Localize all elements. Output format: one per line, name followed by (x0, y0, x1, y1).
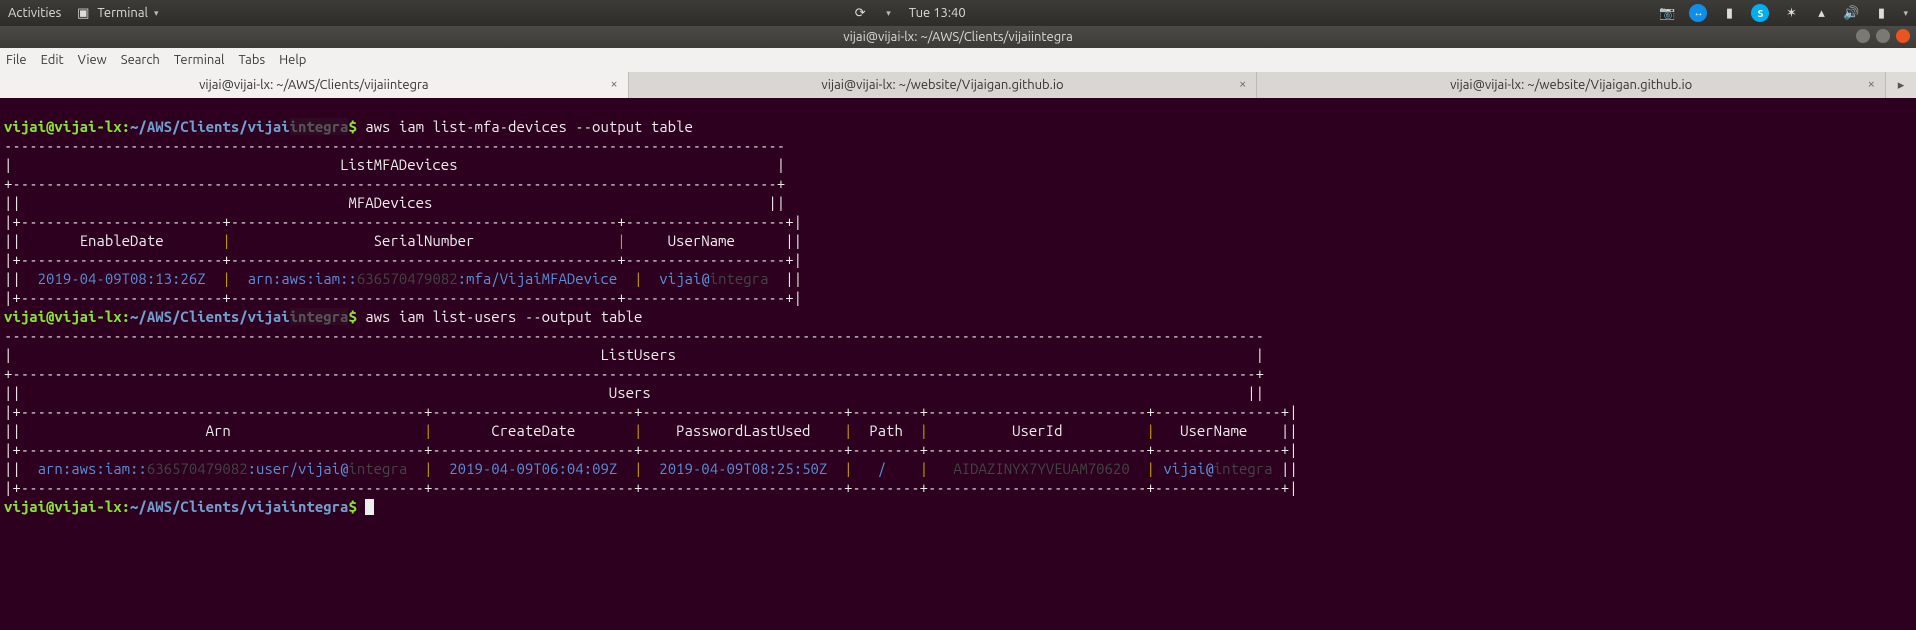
menubar: File Edit View Search Terminal Tabs Help (0, 48, 1916, 72)
col-createdate: CreateDate (432, 422, 634, 439)
prompt-path-redacted: integra (290, 308, 349, 325)
col-username: UserName (626, 232, 786, 249)
prompt-user: vijai@vijai-lx (4, 308, 122, 325)
menu-file[interactable]: File (6, 53, 27, 67)
table-border: +---------------------------------------… (4, 175, 785, 192)
menu-view[interactable]: View (78, 53, 107, 67)
col-enabledate: EnableDate (21, 232, 223, 249)
table-border: |+--------------------------------------… (4, 441, 1298, 458)
col-path: Path (852, 422, 919, 439)
terminal-icon: ▣ (75, 5, 91, 21)
new-tab-button[interactable]: ▸ (1886, 72, 1916, 98)
skype-icon[interactable]: S (1751, 4, 1769, 22)
clipboard-icon[interactable]: ▮ (1721, 5, 1737, 21)
clock[interactable]: Tue 13:40 (909, 6, 966, 20)
camera-icon[interactable]: 📷 (1659, 5, 1675, 21)
tab-label: vijai@vijai-lx: ~/website/Vijaigan.githu… (821, 78, 1063, 92)
menu-terminal[interactable]: Terminal (174, 53, 225, 67)
command-1: aws iam list-mfa-devices --output table (357, 118, 693, 135)
prompt-user: vijai@vijai-lx (4, 498, 122, 515)
gnome-top-bar: Activities ▣ Terminal ▾ ⟳ ▾ Tue 13:40 📷 … (0, 0, 1916, 26)
val-serial-prefix: arn:aws:iam:: (231, 270, 357, 287)
prompt-user: vijai@vijai-lx (4, 118, 122, 135)
table-border: ----------------------------------------… (4, 137, 785, 154)
prompt-path-redacted: integra (290, 118, 349, 135)
table-border: +---------------------------------------… (4, 365, 1264, 382)
prompt-path: ~/AWS/Clients/vijai (130, 498, 290, 515)
volume-icon[interactable]: 🔊 (1843, 5, 1859, 21)
menu-help[interactable]: Help (279, 53, 306, 67)
window-titlebar[interactable]: vijai@vijai-lx: ~/AWS/Clients/vijaiinteg… (0, 26, 1916, 48)
val-arn-redacted2: integra (348, 460, 407, 477)
app-menu-label: Terminal (97, 6, 148, 20)
val-arn-redacted: 636570479082 (147, 460, 248, 477)
menu-edit[interactable]: Edit (41, 53, 64, 67)
col-arn: Arn (21, 422, 424, 439)
prompt-path: ~/AWS/Clients/vijai (130, 118, 290, 135)
col-username: UserName (1155, 422, 1281, 439)
val-userid-redacted: AIDAZINYX7YVEUAM70620 (953, 460, 1129, 477)
wifi-icon[interactable]: ▴ (1813, 5, 1829, 21)
battery-icon[interactable]: ▮ (1873, 5, 1889, 21)
val-arn-prefix: arn:aws:iam:: (21, 460, 147, 477)
tabbar: vijai@vijai-lx: ~/AWS/Clients/vijaiinteg… (0, 72, 1916, 98)
teamviewer-icon[interactable]: ↔ (1689, 4, 1707, 22)
menu-search[interactable]: Search (121, 53, 160, 67)
val-serial-suffix: :mfa/VijaiMFADevice (458, 270, 634, 287)
terminal-tab-1[interactable]: vijai@vijai-lx: ~/AWS/Clients/vijaiinteg… (0, 72, 629, 98)
table-title: | ListUsers | (4, 346, 1264, 363)
menu-tabs[interactable]: Tabs (238, 53, 265, 67)
table-border: |+------------------------+-------------… (4, 213, 802, 230)
val-path: / (853, 460, 920, 477)
val-createdate: 2019-04-09T06:04:09Z (432, 460, 634, 477)
window-title: vijai@vijai-lx: ~/AWS/Clients/vijaiinteg… (843, 30, 1073, 44)
chevron-down-icon: ▾ (1903, 8, 1908, 19)
table-border: |+------------------------+-------------… (4, 289, 802, 306)
terminal-tab-3[interactable]: vijai@vijai-lx: ~/website/Vijaigan.githu… (1257, 72, 1886, 98)
prompt-path-suffix: integra (290, 498, 349, 515)
refresh-icon[interactable]: ⟳ (852, 5, 868, 21)
table-subtitle: || MFADevices || (4, 194, 785, 211)
table-subtitle: || Users || (4, 384, 1264, 401)
chevron-down-icon: ▾ (886, 8, 891, 19)
prompt-path: ~/AWS/Clients/vijai (130, 308, 290, 325)
tab-label: vijai@vijai-lx: ~/AWS/Clients/vijaiinteg… (199, 78, 429, 92)
close-icon[interactable]: × (610, 77, 617, 91)
val-user-prefix: vijai@ (642, 270, 709, 287)
val-enabledate: 2019-04-09T08:13:26Z (21, 270, 223, 287)
slack-icon[interactable]: ✶ (1783, 5, 1799, 21)
terminal-output[interactable]: vijai@vijai-lx:~/AWS/Clients/vijaiintegr… (0, 98, 1916, 520)
command-2: aws iam list-users --output table (357, 308, 643, 325)
table-title: | ListMFADevices | (4, 156, 785, 173)
col-userid: UserId (928, 422, 1146, 439)
val-serial-redacted: 636570479082 (357, 270, 458, 287)
tab-label: vijai@vijai-lx: ~/website/Vijaigan.githu… (1450, 78, 1692, 92)
window-close-button[interactable] (1896, 29, 1910, 43)
activities-button[interactable]: Activities (8, 6, 61, 20)
chevron-down-icon: ▾ (154, 8, 159, 19)
val-user-redacted: integra (710, 270, 769, 287)
table-border: ----------------------------------------… (4, 327, 1264, 344)
app-menu[interactable]: ▣ Terminal ▾ (75, 5, 158, 21)
val-username-prefix: vijai@ (1155, 460, 1214, 477)
close-icon[interactable]: × (1868, 77, 1875, 91)
table-border: |+--------------------------------------… (4, 479, 1298, 496)
cursor (365, 499, 374, 515)
val-passwordlastused: 2019-04-09T08:25:50Z (643, 460, 845, 477)
window-minimize-button[interactable] (1856, 29, 1870, 43)
val-username-redacted: integra (1214, 460, 1273, 477)
table-border: |+--------------------------------------… (4, 403, 1298, 420)
col-serialnumber: SerialNumber (231, 232, 617, 249)
window-maximize-button[interactable] (1876, 29, 1890, 43)
terminal-tab-2[interactable]: vijai@vijai-lx: ~/website/Vijaigan.githu… (629, 72, 1258, 98)
close-icon[interactable]: × (1239, 77, 1246, 91)
col-passwordlastused: PasswordLastUsed (642, 422, 844, 439)
table-border: |+------------------------+-------------… (4, 251, 802, 268)
